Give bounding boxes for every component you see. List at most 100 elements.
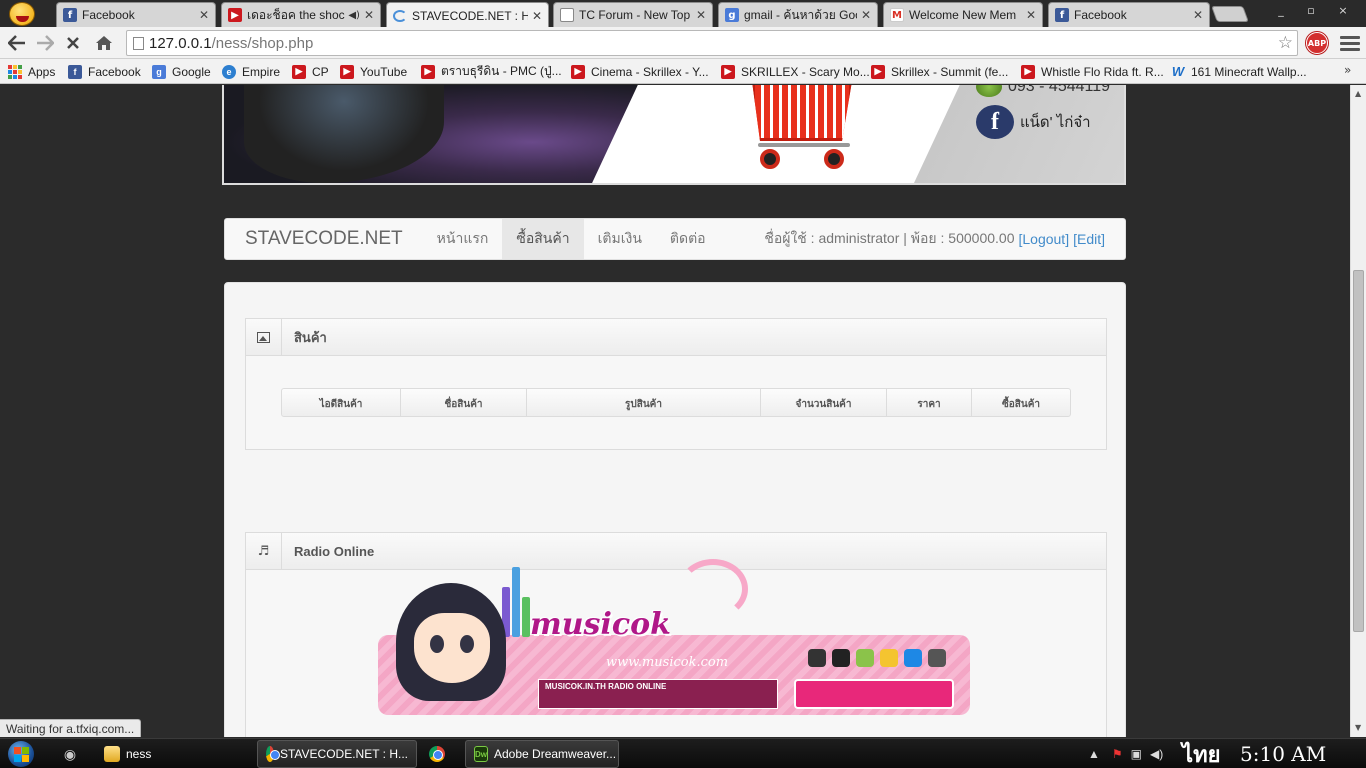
page-icon <box>133 37 144 50</box>
system-clock[interactable]: 5:10 AM <box>1240 739 1326 768</box>
language-indicator[interactable]: ไทย <box>1182 739 1220 768</box>
col-product-quantity: จำนวนสินค้า <box>761 389 887 416</box>
logout-link[interactable]: [Logout] <box>1018 231 1069 247</box>
nav-contact[interactable]: ติดต่อ <box>656 219 720 259</box>
page-scrollbar[interactable]: ▲ ▼ <box>1350 85 1366 737</box>
start-button[interactable] <box>4 740 38 768</box>
taskbar-chrome-window[interactable]: STAVECODE.NET : H... <box>257 740 417 768</box>
radio-stream-player[interactable]: MUSICOK.IN.TH RADIO ONLINE <box>538 679 778 709</box>
chrome-menu-button[interactable] <box>1340 33 1360 53</box>
scrollbar-thumb[interactable] <box>1353 270 1364 632</box>
close-icon[interactable]: ✕ <box>199 8 209 22</box>
stop-button[interactable] <box>61 31 85 55</box>
bookmark-label: 161 Minecraft Wallp... <box>1191 64 1307 79</box>
player-title: MUSICOK.IN.TH RADIO ONLINE <box>545 682 667 691</box>
site-navbar: STAVECODE.NET หน้าแรก ซื้อสินค้า เติมเงิ… <box>224 218 1126 260</box>
facebook-icon: f <box>1055 8 1069 22</box>
edit-link[interactable]: [Edit] <box>1073 231 1105 247</box>
action-center-flag-icon[interactable]: ⚑ <box>1112 747 1123 761</box>
bookmark-label: Cinema - Skrillex - Y... <box>591 64 709 79</box>
loading-spinner-icon <box>393 9 407 22</box>
site-brand[interactable]: STAVECODE.NET <box>225 219 423 259</box>
close-icon[interactable]: ✕ <box>861 8 871 22</box>
contact-phone: 093 - 4544119 <box>976 85 1110 97</box>
bookmark-star-icon[interactable]: ☆ <box>1278 33 1293 53</box>
bookmark-apps[interactable]: Apps <box>8 63 55 80</box>
address-bar[interactable]: 127.0.0.1/ness/shop.php ☆ <box>126 30 1298 56</box>
page-viewport: 093 - 4544119 f แน็ด' ไก่จ๋า STAVECODE.N… <box>0 85 1350 737</box>
windows-logo-icon <box>8 741 34 767</box>
products-panel-title: สินค้า <box>294 329 327 345</box>
facebook-name: แน็ด' ไก่จ๋า <box>1020 114 1091 131</box>
tab-title: TC Forum - New Top <box>579 8 691 22</box>
bookmark-whistle[interactable]: ▶ Whistle Flo Rida ft. R... <box>1021 63 1164 80</box>
radio-listen-button[interactable] <box>794 679 954 709</box>
main-container: สินค้า ไอดีสินค้า ชื่อสินค้า รูปสินค้า จ… <box>224 282 1126 737</box>
close-icon[interactable]: ✕ <box>364 8 374 22</box>
bookmark-pmc[interactable]: ▶ ตราบธุรีดิน - PMC (ปู่... <box>421 63 562 80</box>
taskbar-chrome-pinned[interactable] <box>421 740 459 768</box>
close-icon[interactable]: ✕ <box>696 8 706 22</box>
close-icon[interactable]: ✕ <box>1026 8 1036 22</box>
facebook-icon: f <box>68 64 82 79</box>
network-icon[interactable]: ▣ <box>1131 747 1142 761</box>
new-tab-button[interactable] <box>1211 6 1249 22</box>
tab-stavecode[interactable]: STAVECODE.NET : H ✕ <box>386 2 549 28</box>
restore-button[interactable]: ▫ <box>1296 0 1326 20</box>
products-panel: สินค้า ไอดีสินค้า ชื่อสินค้า รูปสินค้า จ… <box>245 318 1107 450</box>
windows-taskbar: ◉ ness STAVECODE.NET : H... Dw Adobe Dre… <box>0 738 1366 768</box>
tray-expand-icon[interactable]: ▲ <box>1088 747 1100 761</box>
contact-facebook[interactable]: f แน็ด' ไก่จ๋า <box>976 105 1091 139</box>
tab-gmail[interactable]: M Welcome New Mem ✕ <box>883 2 1043 27</box>
radio-player-widget[interactable]: musicok www.musicok.com MUSICOK.IN.TH RA… <box>378 559 970 715</box>
close-icon[interactable]: ✕ <box>1193 8 1203 22</box>
forward-button[interactable] <box>33 31 57 55</box>
nav-topup[interactable]: เติมเงิน <box>584 219 656 259</box>
youtube-icon: ▶ <box>871 64 885 79</box>
home-button[interactable] <box>92 31 116 55</box>
back-button[interactable] <box>5 31 29 55</box>
bookmark-empire[interactable]: e Empire <box>222 63 280 80</box>
system-tray: ▲ ⚑ ▣ ◀) <box>1088 739 1175 768</box>
scroll-down-icon[interactable]: ▼ <box>1355 723 1361 732</box>
tab-tc-forum[interactable]: TC Forum - New Top ✕ <box>553 2 713 27</box>
nav-shop[interactable]: ซื้อสินค้า <box>502 219 584 259</box>
taskbar-dreamweaver[interactable]: Dw Adobe Dreamweaver... <box>465 740 619 768</box>
bookmark-facebook[interactable]: f Facebook <box>68 63 141 80</box>
bookmark-youtube[interactable]: ▶ YouTube <box>340 63 407 80</box>
bookmark-skrillex-scary[interactable]: ▶ SKRILLEX - Scary Mo... <box>721 63 870 80</box>
close-window-button[interactable]: × <box>1324 0 1362 20</box>
bookmarks-overflow-button[interactable]: » <box>1344 63 1351 77</box>
bookmark-skrillex-cinema[interactable]: ▶ Cinema - Skrillex - Y... <box>571 63 709 80</box>
google-icon: g <box>152 64 166 79</box>
scroll-up-icon[interactable]: ▲ <box>1355 89 1361 98</box>
app-store-icons <box>808 649 946 667</box>
bookmark-cp[interactable]: ▶ CP <box>292 63 329 80</box>
nav-home[interactable]: หน้าแรก <box>423 219 503 259</box>
volume-icon[interactable]: ◀) <box>1150 747 1163 761</box>
empire-icon: e <box>222 64 236 79</box>
tab-google-search[interactable]: g gmail - ค้นหาด้วย Goo ✕ <box>718 2 878 27</box>
stop-x-icon <box>67 37 79 49</box>
tab-youtube-shock[interactable]: ▶ เดอะช็อค the shock ◀) ✕ <box>221 2 381 27</box>
bookmark-label: Skrillex - Summit (fe... <box>891 64 1009 79</box>
close-icon[interactable]: ✕ <box>532 9 542 23</box>
adblock-plus-icon[interactable]: ABP <box>1305 31 1329 55</box>
bookmark-skrillex-summit[interactable]: ▶ Skrillex - Summit (fe... <box>871 63 1008 80</box>
profile-avatar-icon[interactable] <box>6 0 38 27</box>
minimize-button[interactable]: _ <box>1266 0 1296 20</box>
col-product-id: ไอดีสินค้า <box>282 389 401 416</box>
picture-icon <box>257 331 270 343</box>
facebook-icon: f <box>63 8 77 22</box>
bookmark-label: Empire <box>242 64 281 79</box>
tab-title: Facebook <box>82 8 135 22</box>
taskbar-media-player[interactable]: ◉ <box>54 740 92 768</box>
bookmark-google[interactable]: g Google <box>152 63 211 80</box>
tab-facebook-2[interactable]: f Facebook ✕ <box>1048 2 1210 27</box>
music-note-icon: ♬ <box>257 543 270 559</box>
taskbar-label: Adobe Dreamweaver... <box>494 747 617 761</box>
tab-facebook-1[interactable]: f Facebook ✕ <box>56 2 216 27</box>
dreamweaver-icon: Dw <box>474 746 488 762</box>
bookmark-minecraft[interactable]: W 161 Minecraft Wallp... <box>1171 63 1307 80</box>
taskbar-explorer-ness[interactable]: ness <box>96 740 250 768</box>
